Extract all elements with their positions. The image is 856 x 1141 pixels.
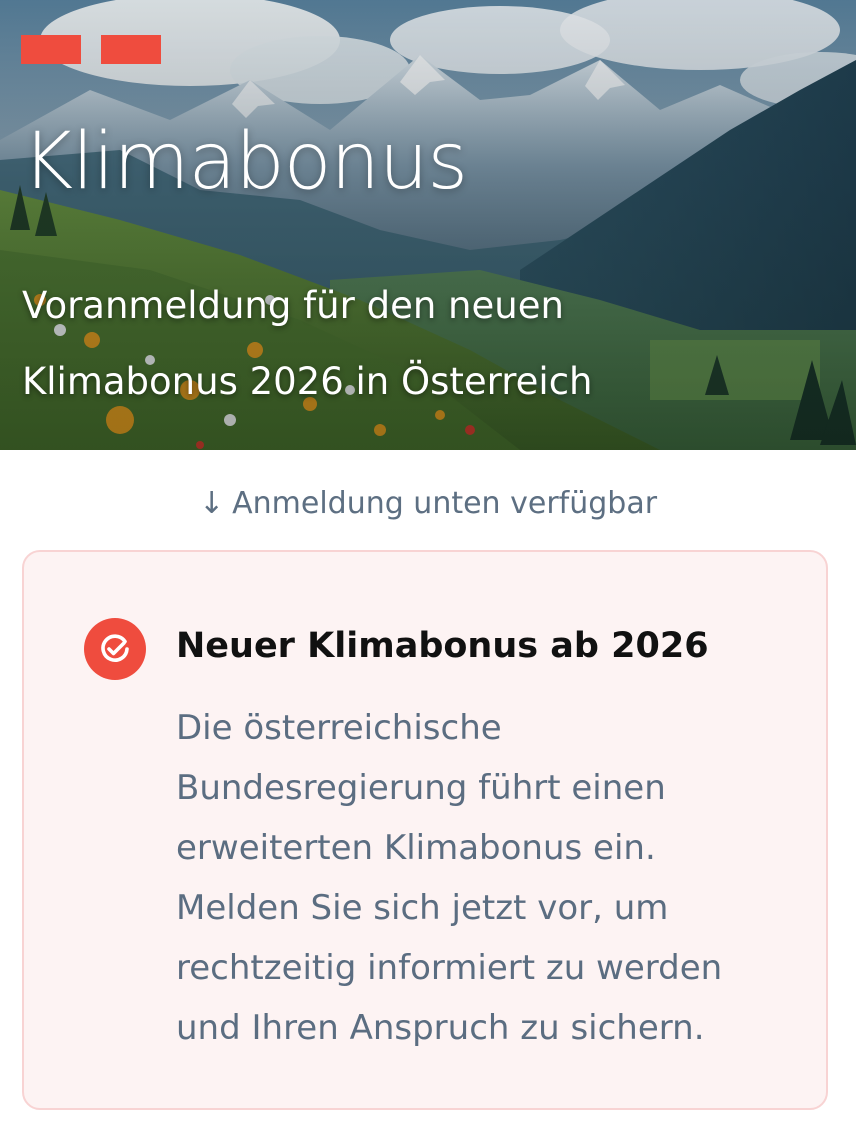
card-title: Neuer Klimabonus ab 2026 (176, 626, 709, 666)
scroll-hint: ↓ Anmeldung unten verfügbar (0, 478, 856, 530)
hero-title: Klimabonus (22, 117, 468, 207)
austrian-flag-stripe-right (101, 35, 161, 64)
austrian-flag-stripe-left (21, 35, 81, 64)
scroll-hint-text: Anmeldung unten verfügbar (232, 486, 658, 521)
page: Klimabonus Voranmeldung für den neuen Kl… (0, 0, 856, 1141)
info-card: Neuer Klimabonus ab 2026 Die österreichi… (22, 550, 828, 1110)
arrow-down-icon: ↓ (198, 486, 225, 521)
check-circle-icon (84, 618, 146, 680)
hero-banner: Klimabonus Voranmeldung für den neuen Kl… (0, 0, 856, 450)
card-body-text: Die österreichische Bundesregierung führ… (176, 708, 723, 1048)
hero-subtitle: Voranmeldung für den neuen Klimabonus 20… (22, 284, 593, 403)
